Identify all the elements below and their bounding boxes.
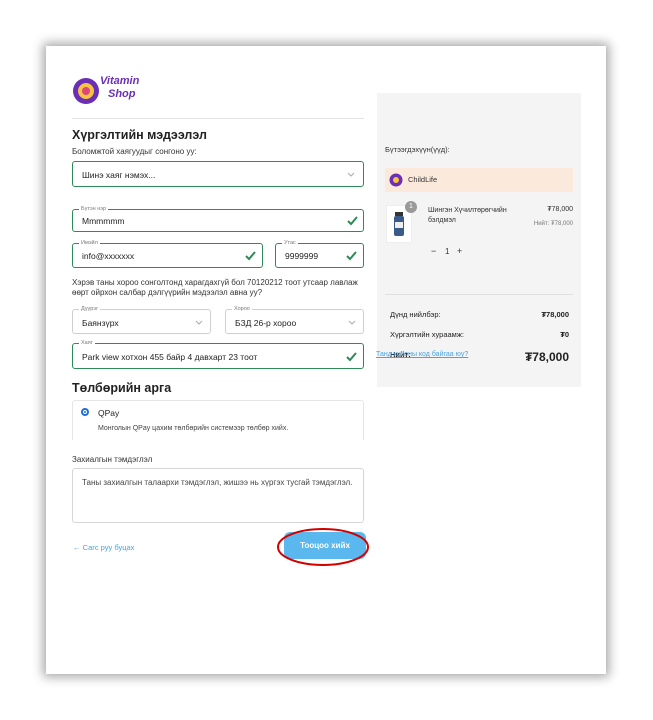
district-label: Дүүрэг (79, 305, 101, 313)
payment-method-name: QPay (98, 408, 120, 418)
address-select-label: Боломжтой хаягуудыг сонгоно уу: (72, 147, 197, 156)
payment-method-desc: Монголын QPay цахим төлбөрийн системээр … (98, 425, 289, 432)
coupon-link[interactable]: Танд купоны код байгаа юу? (376, 351, 468, 358)
checkout-page: Vitamin Shop Хүргэлтийн мэдээлэл Боломжт… (46, 46, 606, 674)
brand-logo[interactable]: Vitamin Shop (72, 73, 152, 109)
shipping-value: ₮0 (560, 330, 569, 339)
check-icon (346, 352, 357, 362)
payment-option-qpay[interactable]: QPay Монголын QPay цахим төлбөрийн систе… (72, 400, 364, 440)
order-note-textarea[interactable]: Таны захиалгын талаархи тэмдэглэл, жишээ… (72, 468, 364, 523)
khoroo-value: БЗД 26-р хороо (235, 318, 297, 328)
quantity-badge: 1 (405, 201, 417, 213)
address-select-value: Шинэ хаяг нэмэх... (82, 170, 156, 180)
email-field[interactable]: Имэйл info@xxxxxxx (72, 239, 263, 268)
back-to-cart-link[interactable]: ← Сагс руу буцах (73, 543, 134, 552)
product-price: ₮78,000 (547, 206, 573, 213)
check-icon (346, 251, 357, 261)
store-name: ChildLife (408, 175, 438, 184)
logo-text: Vitamin (100, 75, 140, 87)
address-value: Park view хотхон 455 байр 4 давхарт 23 т… (82, 352, 258, 362)
address-label: Хаяг (79, 339, 95, 347)
payment-radio[interactable] (81, 408, 89, 416)
store-header: ChildLife (385, 168, 573, 192)
phone-value: 9999999 (285, 251, 319, 261)
district-select[interactable]: Дүүрэг Баянзүрх (72, 305, 211, 334)
products-label: Бүтээгдэхүүн(үүд): (385, 145, 450, 154)
email-value: info@xxxxxxx (82, 251, 135, 261)
order-note-label: Захиалгын тэмдэглэл (72, 455, 153, 464)
product-total: Нийт: ₮78,000 (533, 221, 573, 227)
decrement-button[interactable]: − (431, 246, 436, 256)
phone-field[interactable]: Утас 9999999 (275, 239, 364, 268)
subtotal-value: ₮78,000 (541, 310, 569, 319)
summary-divider (385, 294, 573, 295)
store-logo-icon (389, 173, 403, 187)
shipping-label: Хүргэлтийн хураамж: (390, 330, 464, 339)
khoroo-note: Хэрэв таны хороо сонголтонд харагдахгүй … (72, 278, 358, 297)
phone-label: Утас (282, 239, 298, 247)
name-value: Mmmmmm (82, 216, 125, 226)
district-value: Баянзүрх (82, 318, 119, 328)
subtotal-label: Дүнд нийлбэр: (390, 310, 441, 319)
highlight-ellipse (277, 528, 369, 566)
address-field[interactable]: Хаяг Park view хотхон 455 байр 4 давхарт… (72, 339, 364, 369)
name-label: Бүтэн нэр (79, 205, 109, 213)
check-icon (245, 251, 256, 261)
quantity-value: 1 (445, 247, 450, 256)
chevron-down-icon (347, 172, 355, 177)
increment-button[interactable]: + (457, 246, 462, 256)
quantity-stepper: − 1 + (429, 246, 469, 260)
name-field[interactable]: Бүтэн нэр Mmmmmm (72, 205, 364, 232)
payment-title: Төлбөрийн арга (72, 381, 172, 395)
chevron-down-icon (348, 320, 356, 325)
order-summary: Бүтээгдэхүүн(үүд): ChildLife 1 Шингэн Хү… (377, 93, 581, 387)
delivery-title: Хүргэлтийн мэдээлэл (72, 128, 207, 142)
khoroo-label: Хороо (232, 305, 252, 313)
check-icon (347, 216, 358, 226)
divider (72, 118, 364, 119)
logo-text-2: Shop (108, 88, 136, 100)
order-note-placeholder: Таны захиалгын талаархи тэмдэглэл, жишээ… (82, 478, 353, 487)
total-value: ₮78,000 (524, 350, 569, 364)
address-select[interactable]: Шинэ хаяг нэмэх... (72, 161, 364, 187)
chevron-down-icon (195, 320, 203, 325)
product-name: Шингэн Хүчилтөрөгчийн бэлдмэл (428, 207, 507, 224)
email-label: Имэйл (79, 239, 100, 247)
khoroo-select[interactable]: Хороо БЗД 26-р хороо (225, 305, 364, 334)
